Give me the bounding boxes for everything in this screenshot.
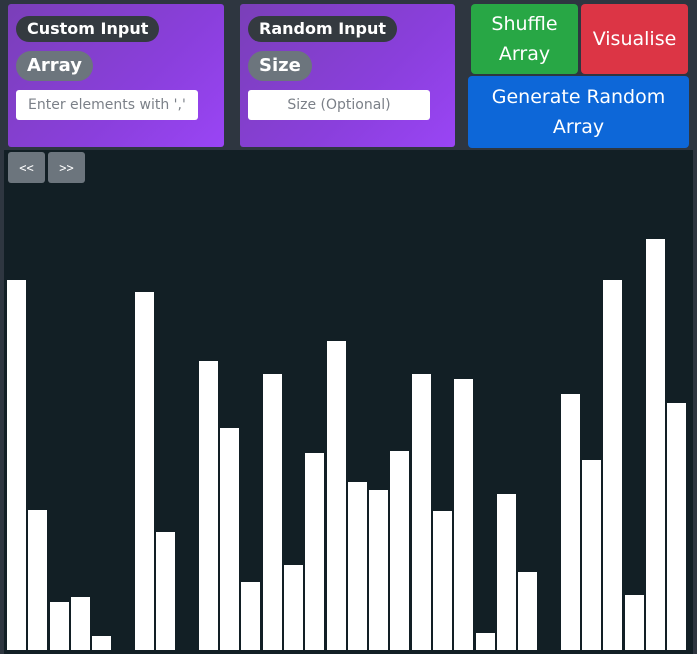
custom-input-card: Custom Input Array <box>8 4 224 147</box>
previous-step-button[interactable]: << <box>8 152 45 183</box>
random-input-card: Random Input Size <box>240 4 455 147</box>
custom-input-title: Custom Input <box>16 16 160 42</box>
size-label: Size <box>248 51 312 81</box>
next-step-button[interactable]: >> <box>48 152 85 183</box>
generate-random-array-button[interactable]: Generate Random Array <box>468 76 689 148</box>
array-label: Array <box>16 51 94 81</box>
size-input[interactable] <box>248 90 430 120</box>
visualise-button[interactable]: Visualise <box>581 4 688 74</box>
random-input-title: Random Input <box>248 16 398 42</box>
shuffle-array-button[interactable]: Shuffle Array <box>471 4 578 74</box>
array-input[interactable] <box>16 90 198 120</box>
